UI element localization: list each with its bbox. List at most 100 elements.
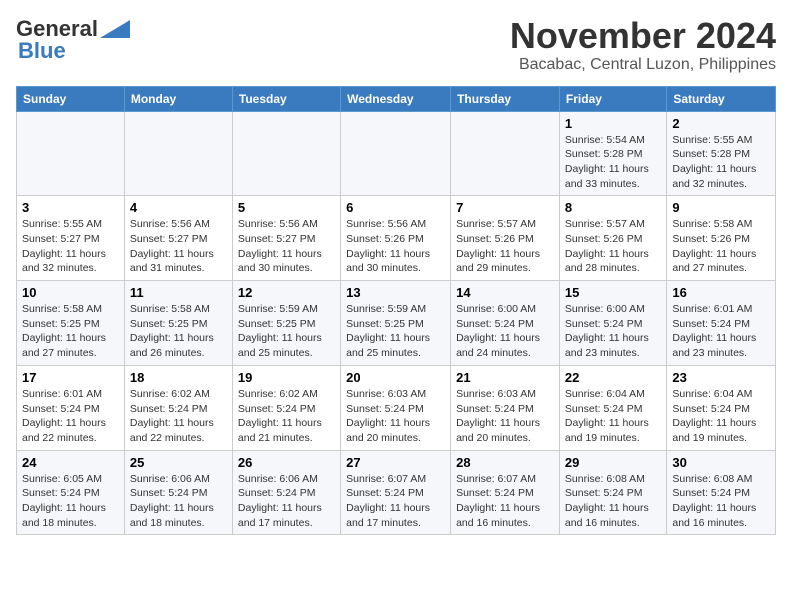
calendar-cell: 7 Sunrise: 5:57 AMSunset: 5:26 PMDaylight…: [451, 196, 560, 281]
calendar-cell: 14Sunrise: 6:00 AMSunset: 5:24 PMDayligh…: [451, 281, 560, 366]
page-title: November 2024: [510, 16, 776, 56]
day-info: Sunrise: 5:58 AMSunset: 5:25 PMDaylight:…: [130, 302, 227, 361]
weekday-header: Saturday: [667, 86, 776, 111]
day-number: 2: [672, 116, 770, 131]
day-number: 8: [565, 200, 661, 215]
calendar-cell: 11 Sunrise: 5:58 AMSunset: 5:25 PMDayligh…: [124, 281, 232, 366]
logo-icon: [100, 20, 130, 38]
page-subtitle: Bacabac, Central Luzon, Philippines: [510, 56, 776, 74]
calendar-cell: 1Sunrise: 5:54 AMSunset: 5:28 PMDaylight…: [559, 111, 666, 196]
weekday-header: Sunday: [17, 86, 125, 111]
day-number: 4: [130, 200, 227, 215]
day-info: Sunrise: 5:55 AMSunset: 5:28 PMDaylight:…: [672, 133, 770, 192]
day-info: Sunrise: 6:01 AMSunset: 5:24 PMDaylight:…: [672, 302, 770, 361]
day-number: 20: [346, 370, 445, 385]
day-info: Sunrise: 5:57 AMSunset: 5:26 PMDaylight:…: [456, 217, 554, 276]
day-number: 5: [238, 200, 335, 215]
calendar-cell: 10Sunrise: 5:58 AMSunset: 5:25 PMDayligh…: [17, 281, 125, 366]
weekday-header-row: SundayMondayTuesdayWednesdayThursdayFrid…: [17, 86, 776, 111]
day-number: 9: [672, 200, 770, 215]
calendar-cell: 28Sunrise: 6:07 AMSunset: 5:24 PMDayligh…: [451, 450, 560, 535]
calendar-cell: 29 Sunrise: 6:08 AMSunset: 5:24 PMDayligh…: [559, 450, 666, 535]
day-number: 16: [672, 285, 770, 300]
day-number: 15: [565, 285, 661, 300]
day-number: 21: [456, 370, 554, 385]
day-info: Sunrise: 5:54 AMSunset: 5:28 PMDaylight:…: [565, 133, 661, 192]
calendar-cell: 23 Sunrise: 6:04 AMSunset: 5:24 PMDayligh…: [667, 365, 776, 450]
day-number: 6: [346, 200, 445, 215]
logo: General Blue: [16, 16, 130, 64]
calendar-cell: 12 Sunrise: 5:59 AMSunset: 5:25 PMDayligh…: [232, 281, 340, 366]
day-number: 3: [22, 200, 119, 215]
day-number: 17: [22, 370, 119, 385]
calendar-cell: [17, 111, 125, 196]
calendar-cell: 30 Sunrise: 6:08 AMSunset: 5:24 PMDayligh…: [667, 450, 776, 535]
day-info: Sunrise: 6:00 AMSunset: 5:24 PMDaylight:…: [565, 302, 661, 361]
logo-blue: Blue: [18, 38, 66, 64]
calendar-cell: 13Sunrise: 5:59 AMSunset: 5:25 PMDayligh…: [341, 281, 451, 366]
day-number: 25: [130, 455, 227, 470]
weekday-header: Tuesday: [232, 86, 340, 111]
day-number: 23: [672, 370, 770, 385]
day-info: Sunrise: 5:56 AMSunset: 5:26 PMDaylight:…: [346, 217, 445, 276]
day-number: 27: [346, 455, 445, 470]
day-info: Sunrise: 6:03 AMSunset: 5:24 PMDaylight:…: [346, 387, 445, 446]
day-info: Sunrise: 6:02 AMSunset: 5:24 PMDaylight:…: [130, 387, 227, 446]
calendar-cell: 18 Sunrise: 6:02 AMSunset: 5:24 PMDayligh…: [124, 365, 232, 450]
day-info: Sunrise: 5:58 AMSunset: 5:26 PMDaylight:…: [672, 217, 770, 276]
calendar-cell: 3 Sunrise: 5:55 AMSunset: 5:27 PMDaylight…: [17, 196, 125, 281]
day-number: 12: [238, 285, 335, 300]
day-number: 13: [346, 285, 445, 300]
calendar-cell: 8 Sunrise: 5:57 AMSunset: 5:26 PMDaylight…: [559, 196, 666, 281]
day-info: Sunrise: 6:04 AMSunset: 5:24 PMDaylight:…: [672, 387, 770, 446]
day-number: 18: [130, 370, 227, 385]
day-info: Sunrise: 5:58 AMSunset: 5:25 PMDaylight:…: [22, 302, 119, 361]
day-info: Sunrise: 6:04 AMSunset: 5:24 PMDaylight:…: [565, 387, 661, 446]
calendar-cell: 17 Sunrise: 6:01 AMSunset: 5:24 PMDayligh…: [17, 365, 125, 450]
calendar-cell: [341, 111, 451, 196]
title-section: November 2024 Bacabac, Central Luzon, Ph…: [510, 16, 776, 74]
calendar-cell: [232, 111, 340, 196]
day-number: 29: [565, 455, 661, 470]
day-number: 14: [456, 285, 554, 300]
day-info: Sunrise: 5:57 AMSunset: 5:26 PMDaylight:…: [565, 217, 661, 276]
weekday-header: Thursday: [451, 86, 560, 111]
day-number: 11: [130, 285, 227, 300]
day-info: Sunrise: 6:07 AMSunset: 5:24 PMDaylight:…: [346, 472, 445, 531]
calendar-week-row: 24 Sunrise: 6:05 AMSunset: 5:24 PMDayligh…: [17, 450, 776, 535]
calendar-table: SundayMondayTuesdayWednesdayThursdayFrid…: [16, 86, 776, 536]
day-number: 30: [672, 455, 770, 470]
day-info: Sunrise: 6:01 AMSunset: 5:24 PMDaylight:…: [22, 387, 119, 446]
page-header: General Blue November 2024 Bacabac, Cent…: [16, 16, 776, 74]
calendar-cell: 19Sunrise: 6:02 AMSunset: 5:24 PMDayligh…: [232, 365, 340, 450]
calendar-cell: 9 Sunrise: 5:58 AMSunset: 5:26 PMDaylight…: [667, 196, 776, 281]
calendar-cell: [124, 111, 232, 196]
day-info: Sunrise: 5:56 AMSunset: 5:27 PMDaylight:…: [130, 217, 227, 276]
calendar-cell: 15 Sunrise: 6:00 AMSunset: 5:24 PMDayligh…: [559, 281, 666, 366]
day-number: 22: [565, 370, 661, 385]
calendar-cell: 6 Sunrise: 5:56 AMSunset: 5:26 PMDaylight…: [341, 196, 451, 281]
weekday-header: Wednesday: [341, 86, 451, 111]
day-info: Sunrise: 6:05 AMSunset: 5:24 PMDaylight:…: [22, 472, 119, 531]
weekday-header: Friday: [559, 86, 666, 111]
day-info: Sunrise: 5:55 AMSunset: 5:27 PMDaylight:…: [22, 217, 119, 276]
calendar-cell: 16 Sunrise: 6:01 AMSunset: 5:24 PMDayligh…: [667, 281, 776, 366]
day-info: Sunrise: 6:08 AMSunset: 5:24 PMDaylight:…: [565, 472, 661, 531]
day-info: Sunrise: 6:08 AMSunset: 5:24 PMDaylight:…: [672, 472, 770, 531]
calendar-cell: 24 Sunrise: 6:05 AMSunset: 5:24 PMDayligh…: [17, 450, 125, 535]
calendar-cell: 4 Sunrise: 5:56 AMSunset: 5:27 PMDaylight…: [124, 196, 232, 281]
day-number: 24: [22, 455, 119, 470]
calendar-week-row: 17 Sunrise: 6:01 AMSunset: 5:24 PMDayligh…: [17, 365, 776, 450]
weekday-header: Monday: [124, 86, 232, 111]
day-info: Sunrise: 6:02 AMSunset: 5:24 PMDaylight:…: [238, 387, 335, 446]
day-info: Sunrise: 5:59 AMSunset: 5:25 PMDaylight:…: [238, 302, 335, 361]
day-info: Sunrise: 6:03 AMSunset: 5:24 PMDaylight:…: [456, 387, 554, 446]
day-number: 7: [456, 200, 554, 215]
calendar-cell: 27 Sunrise: 6:07 AMSunset: 5:24 PMDayligh…: [341, 450, 451, 535]
calendar-cell: [451, 111, 560, 196]
calendar-week-row: 10Sunrise: 5:58 AMSunset: 5:25 PMDayligh…: [17, 281, 776, 366]
calendar-cell: 5Sunrise: 5:56 AMSunset: 5:27 PMDaylight…: [232, 196, 340, 281]
calendar-cell: 21 Sunrise: 6:03 AMSunset: 5:24 PMDayligh…: [451, 365, 560, 450]
day-info: Sunrise: 6:06 AMSunset: 5:24 PMDaylight:…: [130, 472, 227, 531]
calendar-cell: 26Sunrise: 6:06 AMSunset: 5:24 PMDayligh…: [232, 450, 340, 535]
